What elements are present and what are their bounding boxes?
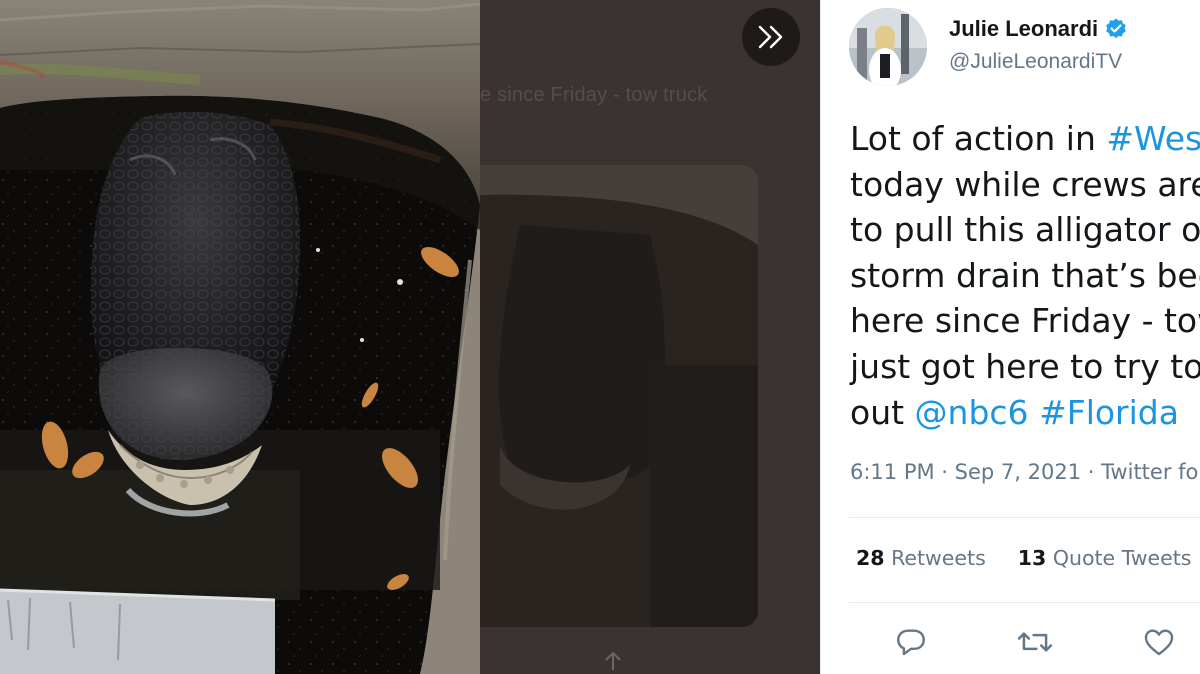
- retweet-icon: [1017, 632, 1053, 652]
- expand-panel-button[interactable]: [742, 8, 800, 66]
- tweet-text-line: here since Friday - tow: [850, 298, 1200, 344]
- reply-icon: [897, 629, 925, 656]
- author-handle[interactable]: @JulieLeonardiTV: [949, 50, 1122, 74]
- tweet-text-line: storm drain that’s bee: [850, 253, 1200, 299]
- retweets-count: 28: [856, 546, 885, 570]
- tweet-text-segment: storm drain that’s bee: [850, 255, 1200, 295]
- avatar[interactable]: [849, 8, 927, 86]
- tweet-text-segment: just got here to try to: [850, 346, 1200, 386]
- tweet-text: Lot of action in #Wes today while crews a…: [850, 116, 1200, 435]
- quote-tweets-label: Quote Tweets: [1052, 546, 1192, 570]
- quote-tweets-count: 13: [1017, 546, 1047, 570]
- quote-tweets-stat[interactable]: 13 Quote Tweets: [1018, 546, 1192, 570]
- retweets-label: Retweets: [891, 546, 986, 570]
- tweet-text-line: just got here to try to: [850, 344, 1200, 390]
- tweet-text-segment: Lot of action in: [850, 119, 1107, 158]
- tweet-link[interactable]: #Florida: [1039, 393, 1179, 432]
- tweet-text-segment: to pull this alligator o: [850, 210, 1200, 250]
- dimmed-backdrop: e since Friday - tow truck: [480, 0, 820, 674]
- tweet-stats: 28 Retweets 13 Quote Tweets: [856, 546, 1192, 570]
- tweet-photo[interactable]: [0, 0, 480, 674]
- author-display-name[interactable]: Julie Leonardi: [949, 16, 1098, 42]
- tweet-text-segment: out: [850, 392, 915, 432]
- tweet-actions: [821, 622, 1200, 662]
- tweet-text-line: today while crews are: [850, 162, 1200, 208]
- alligator-storm-drain-image: [0, 0, 480, 674]
- tweet-text-segment: [1029, 393, 1040, 432]
- tweet-timestamp[interactable]: 6:11 PM · Sep 7, 2021 · Twitter fo: [850, 460, 1198, 484]
- tweet-text-segment: today while crews are: [850, 164, 1200, 204]
- tweet-text-line: out @nbc6 #Florida: [850, 390, 1200, 436]
- tweet-panel: Julie Leonardi @JulieLeonardiTV Lot of a…: [820, 0, 1200, 674]
- reply-button[interactable]: [891, 622, 931, 662]
- ghost-share-icon: [605, 651, 621, 670]
- retweet-button[interactable]: [1015, 622, 1055, 662]
- double-chevron-right-icon: [758, 25, 783, 49]
- divider: [849, 517, 1200, 518]
- verified-badge-icon: [1106, 18, 1126, 39]
- like-button[interactable]: [1139, 622, 1179, 662]
- divider: [849, 602, 1200, 603]
- tweet-link[interactable]: #Wes: [1106, 119, 1200, 158]
- tweet-link[interactable]: @nbc6: [915, 393, 1029, 432]
- retweets-stat[interactable]: 28 Retweets: [856, 546, 986, 570]
- tweet-text-line: Lot of action in #Wes: [850, 116, 1200, 162]
- tweet-text-line: to pull this alligator o: [850, 207, 1200, 253]
- backdrop-ghost-media: [480, 165, 758, 627]
- backdrop-ghost-text: e since Friday - tow truck: [480, 84, 708, 106]
- tweet-text-segment: here since Friday - tow: [850, 301, 1200, 341]
- heart-icon: [1144, 629, 1174, 656]
